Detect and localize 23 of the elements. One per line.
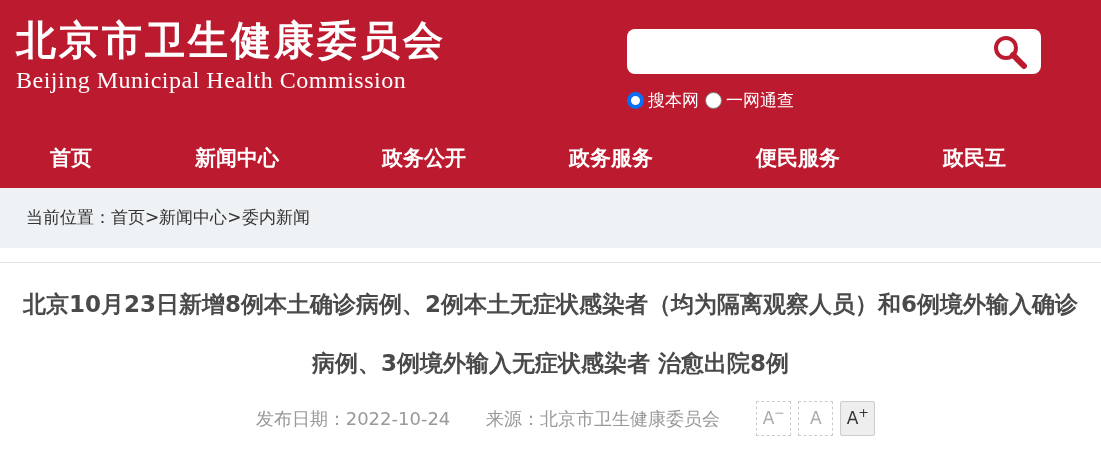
nav-item[interactable]: 新闻中心: [195, 143, 279, 175]
radio-label[interactable]: 一网通查: [726, 88, 794, 114]
breadcrumb-item: >: [145, 206, 160, 230]
site-title: 北京市卫生健康委员会: [16, 16, 446, 65]
search-field[interactable]: [627, 29, 1041, 74]
breadcrumb-item: >: [227, 206, 242, 230]
nav-item[interactable]: 政务公开: [382, 143, 466, 175]
nav-item[interactable]: 便民服务: [756, 143, 840, 175]
breadcrumb-item[interactable]: 首页: [111, 205, 145, 231]
breadcrumb-item[interactable]: 委内新闻: [241, 205, 310, 231]
nav-item[interactable]: 政民互: [943, 143, 1006, 175]
breadcrumb-item[interactable]: 新闻中心: [159, 205, 228, 231]
nav-item[interactable]: 首页: [50, 143, 92, 175]
font-size-button[interactable]: A$^{+}$: [840, 401, 876, 436]
radio-label[interactable]: 搜本网: [648, 88, 699, 114]
nav-item[interactable]: 政务服务: [569, 143, 653, 175]
breadcrumb-label: 当前位置：: [26, 206, 111, 230]
article-source: 来源：北京市卫生健康委员会: [486, 407, 721, 431]
radio-button[interactable]: [627, 92, 644, 110]
site-subtitle: Beijing Municipal Health Commission: [16, 66, 408, 94]
publish-date: 发布日期：2022-10-24: [255, 407, 451, 431]
article-title: 北京10月23日新增8例本土确诊病例、2例本土无症状感染者（均为隔离观察人员）和6例境外输入确诊病例、3例境外输入无症状感染者 治愈出院8例: [21, 290, 1079, 378]
radio-button[interactable]: [705, 92, 722, 110]
